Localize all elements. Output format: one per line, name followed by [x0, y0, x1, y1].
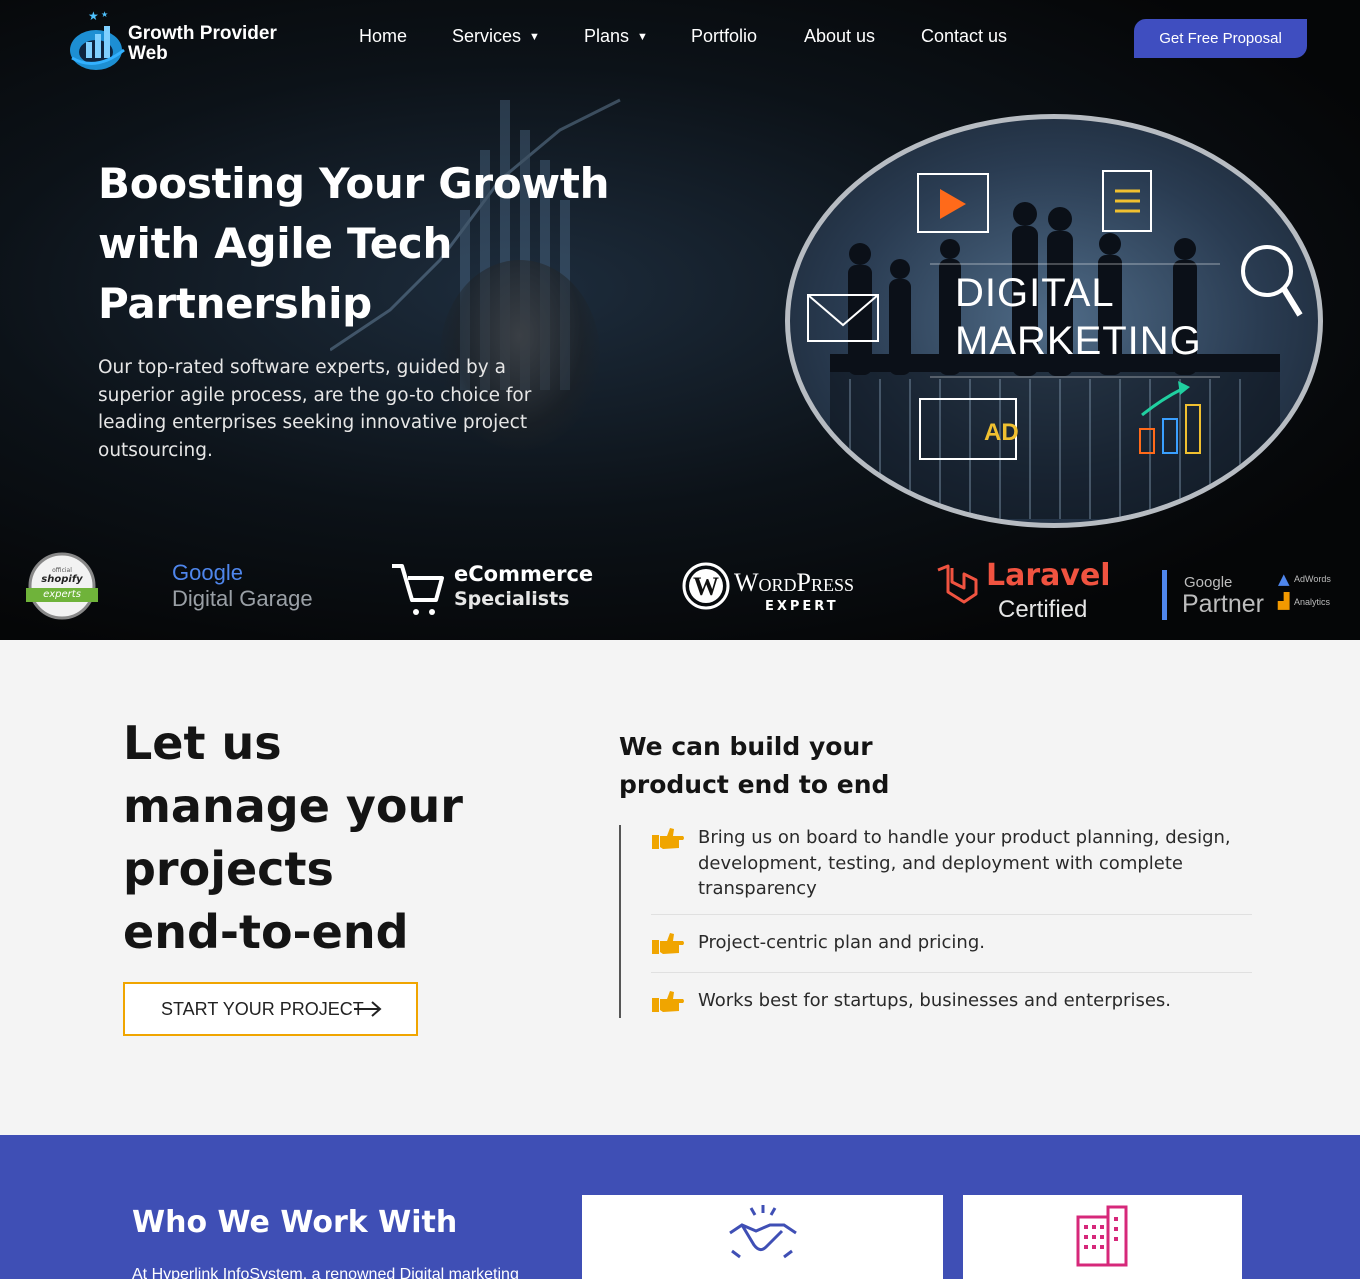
who-we-work-with-description: At Hyperlink InfoSystem, a renowned Digi…	[132, 1266, 519, 1279]
nav-portfolio[interactable]: Portfolio	[691, 26, 757, 47]
nav-services[interactable]: Services ▼	[452, 26, 540, 47]
laravel-text: Laravel	[986, 558, 1111, 593]
shopify-official-text: official	[52, 567, 72, 574]
nav-services-label: Services	[452, 26, 522, 46]
growth-logo-icon: ★ ★	[70, 9, 125, 70]
start-project-label: START YOUR PROJECT	[161, 999, 364, 1019]
heading-line1: Let us	[123, 716, 282, 770]
top-navigation-bar: ★ ★ Growth Provider Web Home Services ▼ P…	[0, 0, 1360, 80]
heading-line4: end-to-end	[123, 905, 409, 959]
handshake-icon	[729, 1205, 797, 1259]
feature-text-2: Project-centric plan and pricing.	[698, 932, 985, 953]
specialists-text: Specialists	[454, 588, 570, 610]
svg-text:★: ★	[88, 9, 99, 23]
hero-subtitle: Our top-rated software experts, guided b…	[98, 357, 532, 461]
digital-marketing-line1: DIGITAL	[955, 271, 1115, 315]
wordpress-text: WordPress	[734, 568, 855, 597]
build-product-heading: We can build your product end to end	[619, 728, 949, 804]
adwords-text: AdWords	[1294, 574, 1331, 584]
feature-text-1: Bring us on board to handle your product…	[698, 827, 1231, 899]
brand-name-line2: Web	[128, 43, 168, 64]
nav-contact-label: Contact us	[921, 26, 1008, 46]
building-icon	[1076, 1205, 1128, 1267]
google-digital-garage-badge: Google Digital Garage	[172, 548, 332, 628]
feature-list-rule	[619, 825, 621, 1018]
laravel-icon	[937, 564, 978, 604]
svg-text:★: ★	[101, 10, 108, 19]
hero-title: Boosting Your Growth with Agile Tech Par…	[98, 154, 618, 334]
get-free-proposal-button[interactable]: Get Free Proposal	[1134, 19, 1307, 58]
adwords-icon: ▲	[1278, 570, 1290, 588]
shopping-cart-icon	[392, 564, 444, 615]
nav-about-label: About us	[804, 26, 876, 46]
analytics-text: Analytics	[1294, 597, 1331, 607]
brand-name-line1: Growth Provider	[128, 23, 277, 44]
nav-home[interactable]: Home	[359, 26, 407, 47]
nav-plans-label: Plans	[584, 26, 630, 46]
laravel-certified-badge: Laravel Certified	[934, 548, 1114, 628]
hero-title-line1: Boosting Your Growth	[98, 159, 610, 208]
ecommerce-specialists-badge: eCommerce Specialists	[388, 548, 618, 628]
feature-divider	[651, 914, 1252, 915]
svg-text:W: W	[693, 572, 719, 601]
shopify-experts-badge: official shopify experts	[24, 548, 100, 628]
digital-marketing-line2: MARKETING	[955, 319, 1202, 363]
wordpress-icon: W	[682, 562, 730, 610]
arrow-right-icon	[354, 1001, 382, 1017]
hero-section: ★ ★ Growth Provider Web Home Services ▼ P…	[0, 0, 1360, 640]
partner-text: Partner	[1182, 590, 1264, 618]
digital-marketing-text: DIGITAL MARKETING	[955, 269, 1202, 365]
ad-label: AD	[984, 419, 1019, 446]
nav-contact[interactable]: Contact us	[921, 26, 1007, 47]
pointing-hand-icon	[652, 991, 684, 1012]
shopify-name-text: shopify	[41, 574, 83, 585]
feature-divider	[651, 972, 1252, 973]
client-card-enterprise[interactable]	[963, 1195, 1242, 1279]
google-partner-badge: Google Partner AdWords Analytics ▲ ▟	[1162, 548, 1342, 628]
shopify-experts-text: experts	[43, 589, 81, 600]
start-your-project-button[interactable]: START YOUR PROJECT	[123, 982, 418, 1036]
wordpress-expert-text: EXPERT	[765, 599, 839, 614]
nav-portfolio-label: Portfolio	[691, 26, 758, 46]
analytics-icon: ▟	[1278, 592, 1290, 610]
project-management-section: Let us manage your projects end-to-end S…	[0, 640, 1360, 1135]
manage-projects-heading: Let us manage your projects end-to-end	[123, 712, 523, 964]
partner-badges: official shopify experts Google Digital …	[0, 548, 1360, 638]
wordpress-expert-badge: W WordPress EXPERT	[682, 548, 892, 628]
google-garage-google-text: Google	[172, 560, 243, 585]
shopify-badge-icon	[26, 552, 98, 620]
heading-line3: projects	[123, 842, 334, 896]
feature-text-3: Works best for startups, businesses and …	[698, 990, 1171, 1011]
who-we-work-with-title: Who We Work With	[132, 1205, 458, 1240]
who-we-work-with-section: Who We Work With At Hyperlink InfoSystem…	[0, 1135, 1360, 1279]
client-card-partnership[interactable]	[582, 1195, 943, 1279]
hero-title-line2: with Agile Tech	[98, 219, 453, 268]
pointing-hand-icon	[652, 828, 684, 849]
google-garage-digital-text: Digital Garage	[172, 586, 313, 611]
subheading-line2: product end to end	[619, 770, 890, 799]
chevron-down-icon: ▼	[529, 31, 540, 43]
subheading-line1: We can build your	[619, 732, 873, 761]
google-partner-bar	[1162, 570, 1167, 620]
heading-line2: manage your	[123, 779, 463, 833]
google-partner-google-text: Google	[1184, 574, 1233, 591]
chevron-down-icon: ▼	[637, 31, 648, 43]
nav-about[interactable]: About us	[804, 26, 875, 47]
brand-logo[interactable]: ★ ★ Growth Provider Web	[68, 6, 298, 72]
digital-marketing-graphic: DIGITAL MARKETING AD	[785, 114, 1323, 528]
pointing-hand-icon	[652, 933, 684, 954]
hero-title-line3: Partnership	[98, 279, 372, 328]
nav-home-label: Home	[359, 26, 408, 46]
certified-text: Certified	[998, 596, 1088, 623]
ecommerce-text: eCommerce	[454, 562, 594, 586]
nav-plans[interactable]: Plans ▼	[584, 26, 648, 47]
